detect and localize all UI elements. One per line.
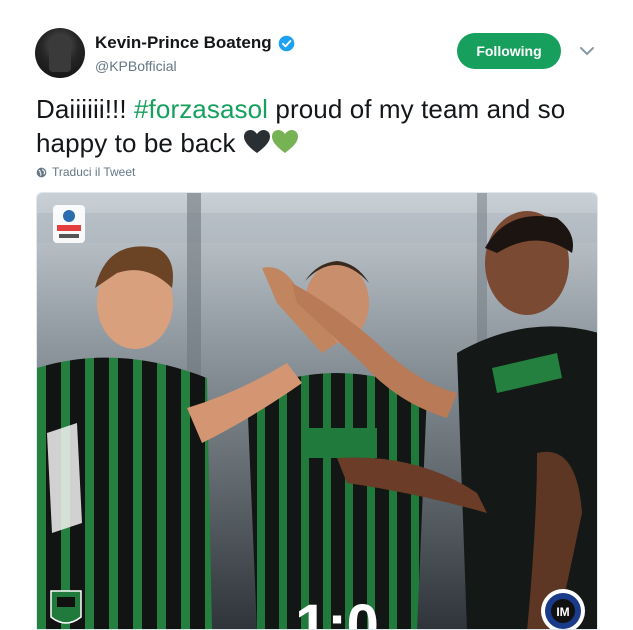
- globe-icon: [36, 167, 47, 177]
- tweet-header: Kevin-Prince Boateng @KPBofficial Follow…: [35, 28, 605, 80]
- user-name[interactable]: Kevin-Prince Boateng: [95, 33, 272, 53]
- black-heart-icon: [243, 130, 270, 153]
- serie-a-logo: [53, 205, 85, 243]
- photo-canvas: IM 1:0: [37, 193, 597, 630]
- translate-label: Traduci il Tweet: [52, 165, 136, 179]
- user-handle[interactable]: @KPBofficial: [95, 58, 177, 74]
- svg-text:IM: IM: [556, 605, 569, 619]
- hashtag-link[interactable]: #forzasasol: [134, 94, 268, 124]
- score-text: 1:0: [295, 593, 379, 630]
- following-button[interactable]: Following: [457, 33, 561, 69]
- avatar[interactable]: [35, 28, 85, 78]
- name-row: Kevin-Prince Boateng: [95, 33, 295, 53]
- tweet-photo[interactable]: IM 1:0: [36, 192, 598, 630]
- chevron-down-icon[interactable]: [577, 43, 597, 59]
- tweet-text: Daiiiiii!!! #forzasasol proud of my team…: [36, 92, 606, 160]
- translate-link[interactable]: Traduci il Tweet: [36, 165, 135, 179]
- verified-icon: [278, 35, 294, 51]
- sassuolo-badge: [50, 590, 82, 624]
- green-heart-icon: [271, 130, 298, 153]
- tweet-text-start: Daiiiiii!!!: [36, 94, 134, 124]
